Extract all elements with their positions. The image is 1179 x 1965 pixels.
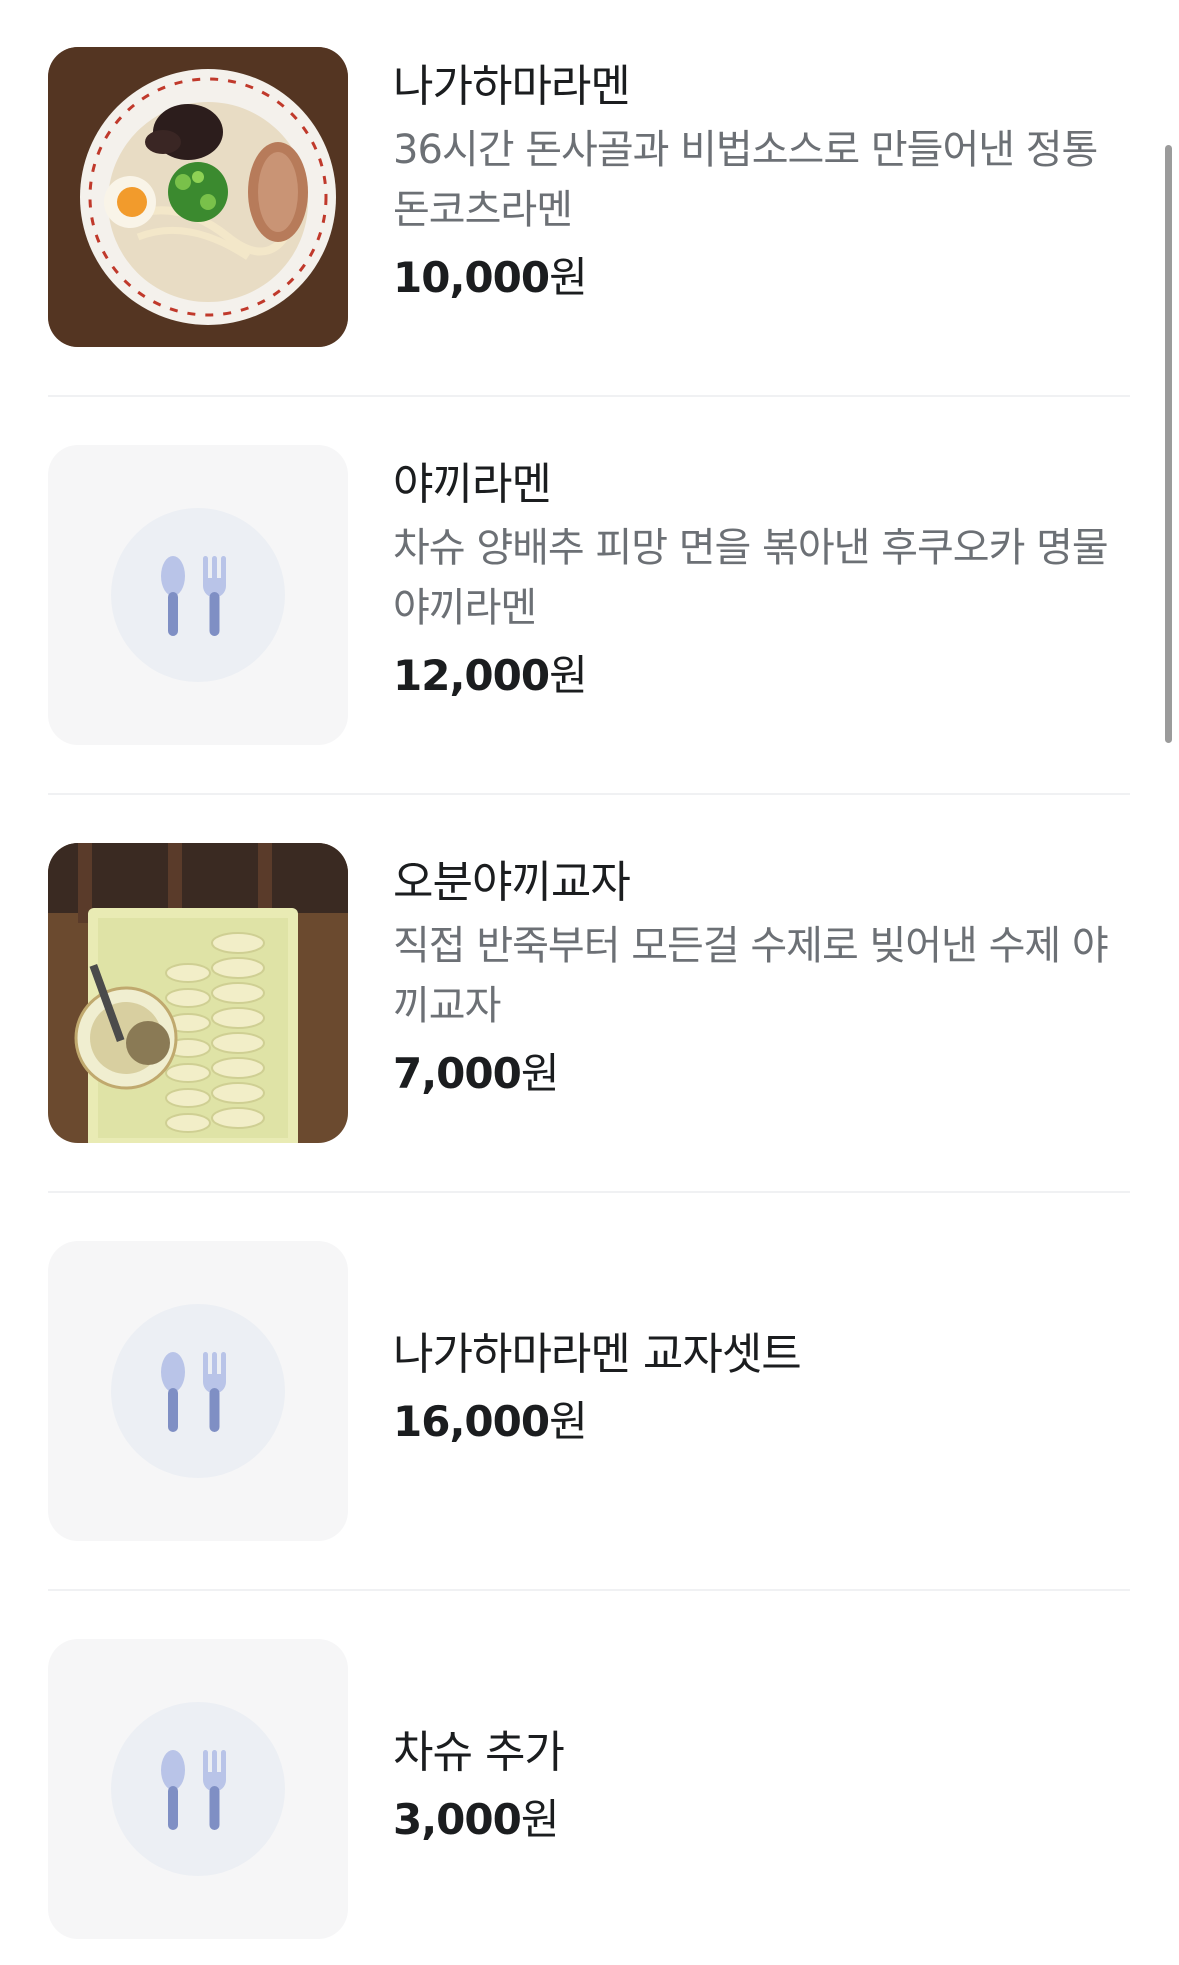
divider	[48, 1191, 1130, 1193]
menu-item-price: 10,000원	[393, 253, 588, 302]
menu-item-price: 7,000원	[393, 1049, 559, 1098]
image-placeholder	[48, 1639, 348, 1939]
menu-item-name: 오분야끼교자	[393, 857, 631, 908]
divider	[48, 1589, 1130, 1591]
menu-item[interactable]: 나가하마라멘 36시간 돈사골과 비법소스로 만들어낸 정통 돈코츠라멘 10,…	[48, 47, 1130, 347]
menu-item-price: 16,000원	[393, 1397, 588, 1446]
utensils-placeholder-icon	[161, 1352, 226, 1432]
utensils-placeholder-icon	[161, 556, 226, 636]
menu-item-name: 나가하마라멘 교자셋트	[393, 1329, 802, 1380]
menu-item-name: 차슈 추가	[393, 1727, 565, 1778]
divider	[48, 395, 1130, 397]
image-placeholder	[48, 1241, 348, 1541]
menu-item-description: 직접 반죽부터 모든걸 수제로 빚어낸 수제 야끼교자	[393, 923, 1109, 1029]
menu-item[interactable]: 나가하마라멘 교자셋트 16,000원	[48, 1241, 1130, 1541]
menu-item-description: 36시간 돈사골과 비법소스로 만들어낸 정통 돈코츠라멘	[393, 127, 1098, 233]
scrollbar[interactable]	[1165, 145, 1172, 743]
utensils-placeholder-icon	[161, 1750, 226, 1830]
menu-item[interactable]: 차슈 추가 3,000원	[48, 1639, 1130, 1939]
divider	[48, 793, 1130, 795]
image-placeholder	[48, 445, 348, 745]
menu-item-name: 야끼라멘	[393, 459, 552, 510]
gyoza-photo	[48, 843, 348, 1143]
menu-item-name: 나가하마라멘	[393, 61, 631, 112]
menu-item-price: 3,000원	[393, 1795, 559, 1844]
ramen-photo	[48, 47, 348, 347]
menu-item-price: 12,000원	[393, 651, 588, 700]
menu-item-description: 차슈 양배추 피망 면을 볶아낸 후쿠오카 명물 야끼라멘	[393, 525, 1109, 631]
menu-item[interactable]: 오분야끼교자 직접 반죽부터 모든걸 수제로 빚어낸 수제 야끼교자 7,000…	[48, 843, 1130, 1143]
menu-item[interactable]: 야끼라멘 차슈 양배추 피망 면을 볶아낸 후쿠오카 명물 야끼라멘 12,00…	[48, 445, 1130, 745]
